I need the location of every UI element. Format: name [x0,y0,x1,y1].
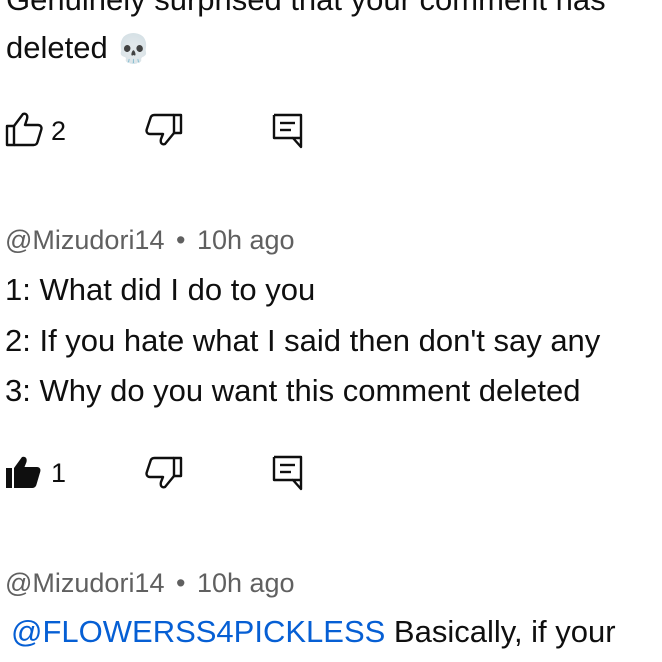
comment-3-header: @Mizudori14 • 10h ago [5,566,295,600]
comment-time: 10h ago [196,225,295,255]
comment-1-text-line-2: deleted 💀 [6,28,151,69]
reply-comment-icon [272,113,303,149]
mention-link[interactable]: @FLOWERSS4PICKLESS [11,614,385,649]
reply-button[interactable] [271,454,305,492]
comment-3-text: @FLOWERSS4PICKLESS Basically, if your [11,612,616,652]
comment-time: 10h ago [196,568,295,598]
comment-1-text-line-1: Genuinely surprised that your comment ha… [6,0,606,20]
comment-3-body: Basically, if your [385,614,616,649]
reply-comment-icon [272,455,303,491]
thumbs-up-icon [5,112,43,147]
dislike-button[interactable] [145,113,183,147]
comment-author[interactable]: @Mizudori14 [5,568,164,598]
comment-2-text-line-3: 3: Why do you want this comment deleted [5,373,581,408]
comment-1-text: deleted [6,30,108,65]
like-button[interactable] [5,455,41,489]
comment-2-header: @Mizudori14 • 10h ago [5,223,295,257]
meta-separator: • [175,225,186,255]
like-count: 1 [51,458,67,488]
like-count: 2 [51,116,67,146]
comment-2-text-line-1: 1: What did I do to you [5,272,316,307]
skull-emoji: 💀 [116,33,152,64]
dislike-button[interactable] [145,456,183,490]
like-button[interactable] [5,111,43,147]
reply-button[interactable] [271,112,305,150]
thumbs-up-filled-icon [6,456,41,488]
thumbs-down-icon [145,456,183,489]
thumbs-down-icon [145,113,183,146]
meta-separator: • [175,568,186,598]
comment-2-text-line-2: 2: If you hate what I said then don't sa… [5,323,601,358]
comment-author[interactable]: @Mizudori14 [5,225,164,255]
